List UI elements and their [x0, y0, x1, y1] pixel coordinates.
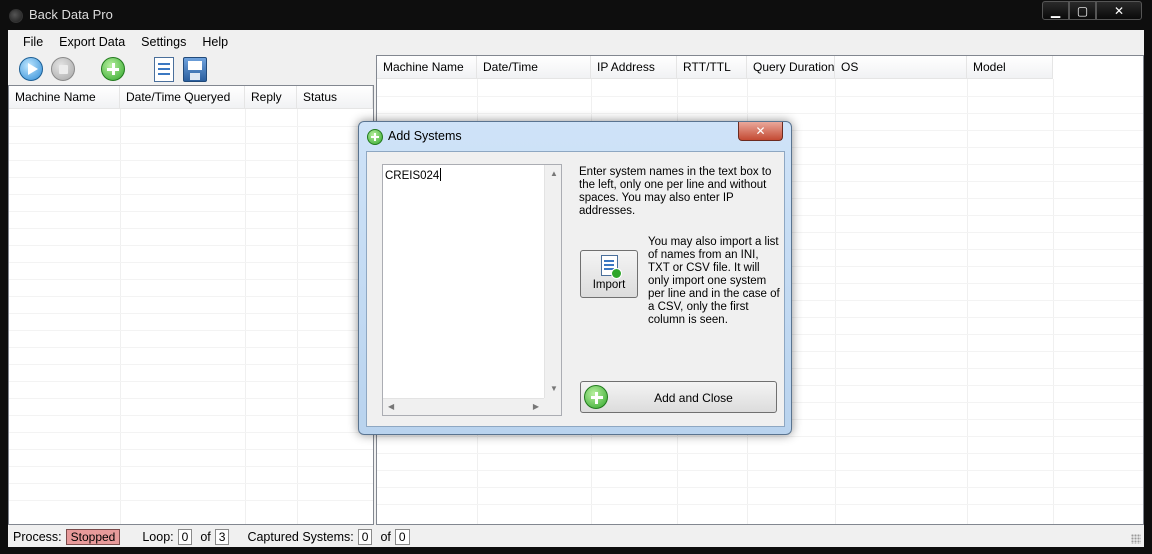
col-datetime[interactable]: Date/Time — [477, 56, 591, 79]
add-icon — [584, 385, 608, 409]
captured-total: 0 — [394, 528, 410, 545]
status-bar: Process: Stopped Loop: 0 of 3 Captured S… — [8, 526, 1144, 547]
col-reply[interactable]: Reply — [245, 86, 297, 109]
add-and-close-label: Add and Close — [654, 391, 733, 405]
import-button-label: Import — [592, 279, 626, 291]
horizontal-scrollbar[interactable]: ◀ ▶ — [383, 398, 544, 415]
close-button[interactable]: ✕ — [1096, 1, 1142, 20]
query-list-grid — [9, 109, 373, 524]
add-icon[interactable] — [101, 57, 125, 81]
query-list-header: Machine Name Date/Time Queryed Reply Sta… — [9, 86, 373, 109]
col-query-duration[interactable]: Query Duration — [747, 56, 835, 79]
query-list[interactable]: Machine Name Date/Time Queryed Reply Sta… — [8, 85, 374, 525]
app-icon — [9, 9, 23, 23]
captured-label: Captured Systems: — [247, 529, 354, 544]
import-button[interactable]: Import — [580, 250, 638, 298]
col-datetime-queryed[interactable]: Date/Time Queryed — [120, 86, 245, 109]
menu-file[interactable]: File — [15, 30, 51, 54]
menu-settings[interactable]: Settings — [133, 30, 194, 54]
instructions-text: Enter system names in the text box to th… — [579, 166, 772, 217]
captured-of: of — [380, 529, 391, 544]
scroll-up-icon[interactable]: ▲ — [550, 170, 558, 178]
add-and-close-button[interactable]: Add and Close — [580, 381, 777, 413]
import-instructions-text: You may also import a list of names from… — [648, 236, 780, 326]
save-icon[interactable] — [183, 57, 207, 82]
scroll-right-icon[interactable]: ▶ — [533, 403, 539, 411]
loop-of: of — [200, 529, 211, 544]
menu-bar: File Export Data Settings Help — [8, 30, 1144, 54]
col-rtt-ttl[interactable]: RTT/TTL — [677, 56, 747, 79]
loop-current: 0 — [177, 528, 193, 545]
minimize-button[interactable]: ▁ — [1042, 1, 1069, 20]
add-systems-dialog: Add Systems ✕ CREIS024 ▲ ▼ ◀ ▶ Enter sys… — [358, 121, 792, 435]
col-model[interactable]: Model — [967, 56, 1053, 79]
loop-total: 3 — [214, 528, 230, 545]
system-names-textarea[interactable]: CREIS024 ▲ ▼ ◀ ▶ — [382, 164, 562, 416]
loop-label: Loop: — [142, 529, 174, 544]
scroll-down-icon[interactable]: ▼ — [550, 385, 558, 393]
dialog-body: CREIS024 ▲ ▼ ◀ ▶ Enter system names in t… — [366, 151, 785, 427]
dialog-title: Add Systems — [388, 129, 462, 143]
col-ip-address[interactable]: IP Address — [591, 56, 677, 79]
title-bar: Back Data Pro ▁ ▢ ✕ — [0, 0, 1152, 29]
captured-current: 0 — [357, 528, 373, 545]
col-machine-name[interactable]: Machine Name — [377, 56, 477, 79]
col-machine-name[interactable]: Machine Name — [9, 86, 120, 109]
process-status-badge: Stopped — [65, 528, 121, 545]
col-status[interactable]: Status — [297, 86, 373, 109]
scrollbar-corner — [544, 398, 561, 415]
add-icon — [367, 129, 383, 145]
text-caret — [440, 168, 442, 181]
toolbar — [8, 55, 374, 85]
report-icon[interactable] — [154, 57, 174, 82]
col-os[interactable]: OS — [835, 56, 967, 79]
system-names-value: CREIS024 — [385, 170, 440, 182]
menu-help[interactable]: Help — [194, 30, 236, 54]
dialog-close-button[interactable]: ✕ — [738, 122, 783, 141]
menu-export-data[interactable]: Export Data — [51, 30, 133, 54]
scroll-left-icon[interactable]: ◀ — [388, 403, 394, 411]
process-label: Process: — [13, 529, 62, 544]
app-title: Back Data Pro — [29, 7, 113, 22]
results-list-header: Machine Name Date/Time IP Address RTT/TT… — [377, 56, 1053, 79]
play-icon[interactable] — [19, 57, 43, 81]
vertical-scrollbar[interactable]: ▲ ▼ — [544, 165, 561, 398]
import-file-icon — [601, 255, 622, 279]
resize-grip[interactable] — [1131, 534, 1141, 544]
stop-icon[interactable] — [51, 57, 75, 81]
maximize-button[interactable]: ▢ — [1069, 1, 1096, 20]
